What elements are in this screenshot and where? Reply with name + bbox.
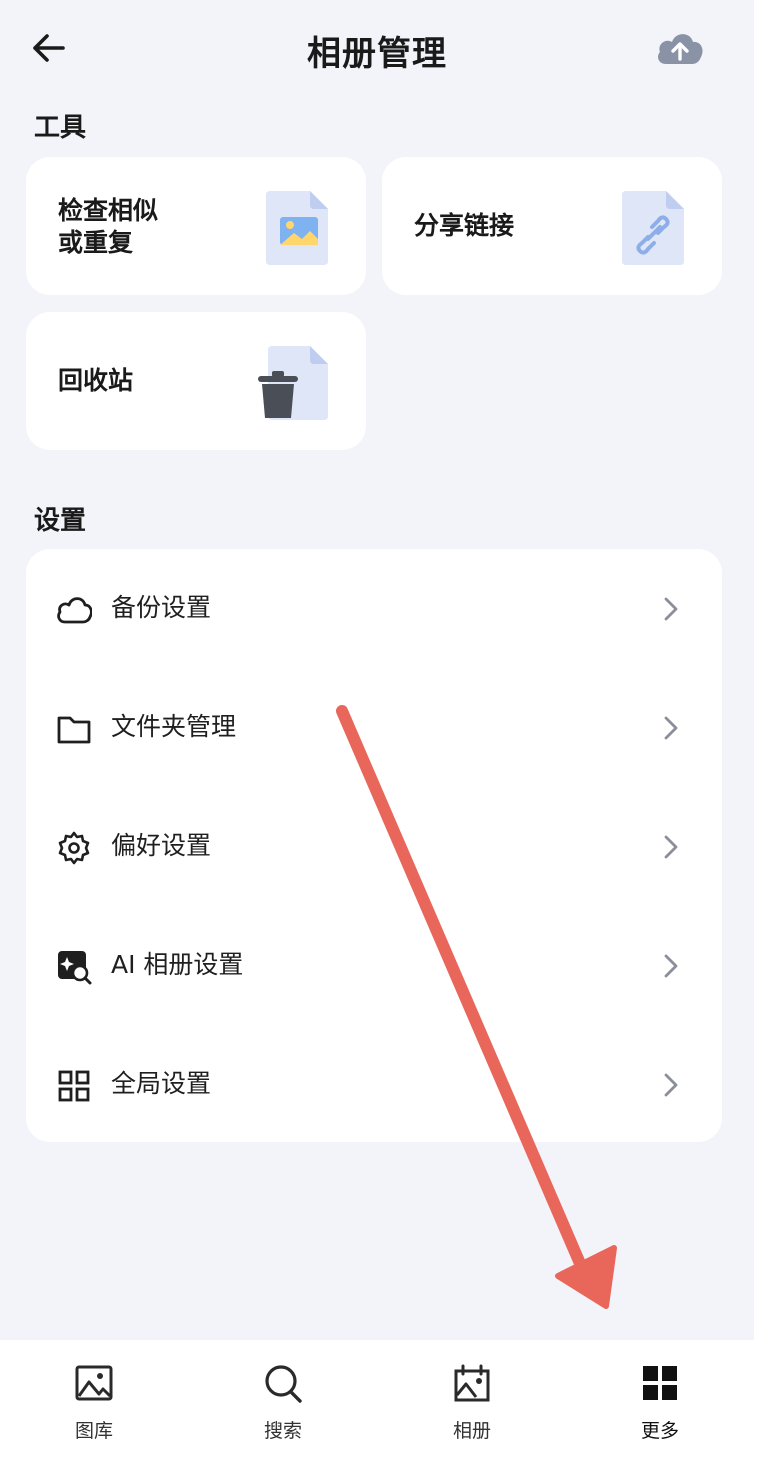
tool-card-label: 检查相似 或重复 xyxy=(58,196,159,257)
tool-card-check-similar[interactable]: 检查相似 或重复 xyxy=(26,157,366,295)
chevron-right-icon xyxy=(664,716,678,740)
settings-item-ai-album[interactable]: AI 相册设置 xyxy=(26,906,722,1024)
grid-icon xyxy=(643,1366,677,1400)
page-title: 相册管理 xyxy=(307,34,447,74)
settings-item-backup[interactable]: 备份设置 xyxy=(26,549,722,667)
settings-item-label: 文件夹管理 xyxy=(111,712,237,741)
gear-icon xyxy=(58,831,90,865)
grid-icon xyxy=(58,1070,90,1102)
chevron-right-icon xyxy=(664,835,678,859)
chevron-right-icon xyxy=(664,1073,678,1097)
nav-label: 图库 xyxy=(74,1420,113,1442)
bottom-nav: 图库 搜索 相册 更多 xyxy=(0,1340,754,1468)
album-icon xyxy=(454,1364,490,1402)
nav-tab-search[interactable]: 搜索 xyxy=(189,1340,377,1468)
link-file-icon xyxy=(618,187,688,271)
settings-item-preferences[interactable]: 偏好设置 xyxy=(26,787,722,905)
settings-section-title: 设置 xyxy=(34,506,87,536)
upload-button[interactable] xyxy=(654,26,706,70)
settings-item-folder[interactable]: 文件夹管理 xyxy=(26,668,722,786)
settings-item-label: 偏好设置 xyxy=(111,831,212,860)
settings-list: 备份设置 文件夹管理 偏好设置 AI 相册设置 全局设置 xyxy=(26,549,722,1142)
nav-label: 更多 xyxy=(640,1420,679,1442)
nav-label: 相册 xyxy=(452,1420,491,1442)
trash-file-icon xyxy=(252,342,332,426)
nav-label: 搜索 xyxy=(263,1420,302,1442)
chevron-right-icon xyxy=(664,597,678,621)
ai-search-icon xyxy=(58,951,92,985)
right-edge-strip xyxy=(754,0,766,1468)
nav-tab-more[interactable]: 更多 xyxy=(566,1340,754,1468)
chevron-right-icon xyxy=(664,954,678,978)
nav-tab-gallery[interactable]: 图库 xyxy=(0,1340,188,1468)
settings-item-label: AI 相册设置 xyxy=(111,950,244,979)
settings-item-label: 备份设置 xyxy=(111,593,212,622)
settings-item-label: 全局设置 xyxy=(111,1069,212,1098)
search-icon xyxy=(265,1365,302,1403)
tool-card-label: 分享链接 xyxy=(414,211,515,240)
settings-item-global[interactable]: 全局设置 xyxy=(26,1025,722,1143)
image-icon xyxy=(75,1365,113,1401)
tools-section-title: 工具 xyxy=(34,113,87,143)
cloud-icon xyxy=(57,597,92,624)
folder-icon xyxy=(57,716,91,744)
nav-tab-album[interactable]: 相册 xyxy=(378,1340,566,1468)
tool-card-share-link[interactable]: 分享链接 xyxy=(382,157,722,295)
app-header: 相册管理 xyxy=(0,0,754,96)
cloud-upload-icon xyxy=(658,34,703,64)
tool-card-recycle-bin[interactable]: 回收站 xyxy=(26,312,366,450)
tool-card-label: 回收站 xyxy=(58,366,134,395)
image-file-icon xyxy=(262,187,332,271)
